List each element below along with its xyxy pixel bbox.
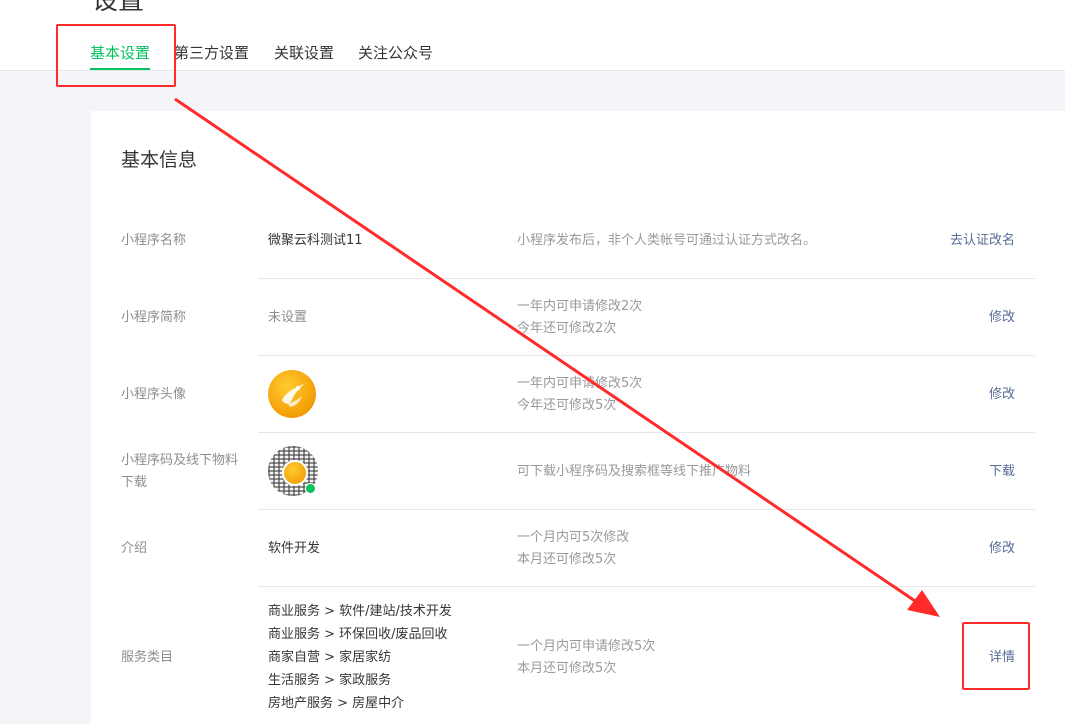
name-value: 微聚云科测试11: [268, 233, 363, 248]
category-item: 生活服务 > 家政服务: [268, 673, 392, 688]
download-qrcode-link[interactable]: 下载: [989, 461, 1015, 482]
row-short-name: 小程序简称 未设置 一年内可申请修改2次 今年还可修改2次 修改: [121, 279, 1035, 356]
certify-rename-link[interactable]: 去认证改名: [950, 230, 1015, 251]
category-item: 商业服务 > 环保回收/废品回收: [268, 627, 448, 642]
tab-third-party-settings[interactable]: 第三方设置: [174, 42, 249, 64]
row-service-category: 服务类目 商业服务 > 软件/建站/技术开发 商业服务 > 环保回收/废品回收 …: [121, 587, 1035, 724]
intro-desc-2: 本月还可修改5次: [517, 552, 617, 567]
qrcode-label-1: 小程序码及线下物料: [121, 453, 239, 468]
avatar-desc-2: 今年还可修改5次: [517, 398, 617, 413]
intro-value: 软件开发: [268, 541, 321, 556]
qrcode-desc: 可下载小程序码及搜索框等线下推广物料: [517, 464, 752, 479]
category-item: 房地产服务 > 房屋中介: [268, 696, 405, 711]
tab-follow-official-account[interactable]: 关注公众号: [358, 42, 433, 64]
tab-linked-settings[interactable]: 关联设置: [274, 42, 334, 64]
phoenix-logo-icon: [268, 370, 316, 418]
category-desc-1: 一个月内可申请修改5次: [517, 639, 656, 654]
name-desc: 小程序发布后，非个人类帐号可通过认证方式改名。: [517, 233, 817, 248]
row-qrcode-materials: 小程序码及线下物料 下载 可下载小程序码及搜索框等线下推广物料 下载: [121, 433, 1035, 510]
short-name-value: 未设置: [268, 310, 308, 325]
row-mini-program-name: 小程序名称 微聚云科测试11 小程序发布后，非个人类帐号可通过认证方式改名。 去…: [121, 201, 1035, 279]
category-desc-2: 本月还可修改5次: [517, 661, 617, 676]
row-avatar: 小程序头像 一年内可申请修改5次 今年还可修改5次 修改: [121, 356, 1035, 433]
row-introduction: 介绍 软件开发 一个月内可5次修改 本月还可修改5次 修改: [121, 510, 1035, 587]
intro-label: 介绍: [121, 541, 148, 556]
qrcode-label-2: 下载: [121, 475, 148, 490]
edit-avatar-link[interactable]: 修改: [989, 384, 1015, 405]
basic-info-card: 基本信息 小程序名称 微聚云科测试11 小程序发布后，非个人类帐号可通过认证方式…: [91, 111, 1065, 724]
annotation-box-details: [962, 622, 1030, 690]
avatar-desc-1: 一年内可申请修改5次: [517, 376, 643, 391]
edit-short-name-link[interactable]: 修改: [989, 307, 1015, 328]
short-name-desc-2: 今年还可修改2次: [517, 321, 617, 336]
qrcode-center-logo: [282, 460, 308, 486]
intro-desc-1: 一个月内可5次修改: [517, 530, 630, 545]
mini-program-code-icon: [268, 446, 318, 496]
avatar-label: 小程序头像: [121, 387, 187, 402]
qrcode-badge-icon: [305, 483, 316, 494]
annotation-box-basic-settings: [56, 24, 176, 87]
category-label: 服务类目: [121, 650, 174, 665]
category-list: 商业服务 > 软件/建站/技术开发 商业服务 > 环保回收/废品回收 商家自营 …: [268, 600, 452, 715]
page-title: 设置: [92, 0, 145, 16]
name-label: 小程序名称: [121, 233, 187, 248]
category-item: 商业服务 > 软件/建站/技术开发: [268, 604, 452, 619]
edit-intro-link[interactable]: 修改: [989, 538, 1015, 559]
short-name-label: 小程序简称: [121, 310, 187, 325]
section-title: 基本信息: [121, 149, 198, 171]
short-name-desc-1: 一年内可申请修改2次: [517, 299, 643, 314]
category-item: 商家自营 > 家居家纺: [268, 650, 392, 665]
